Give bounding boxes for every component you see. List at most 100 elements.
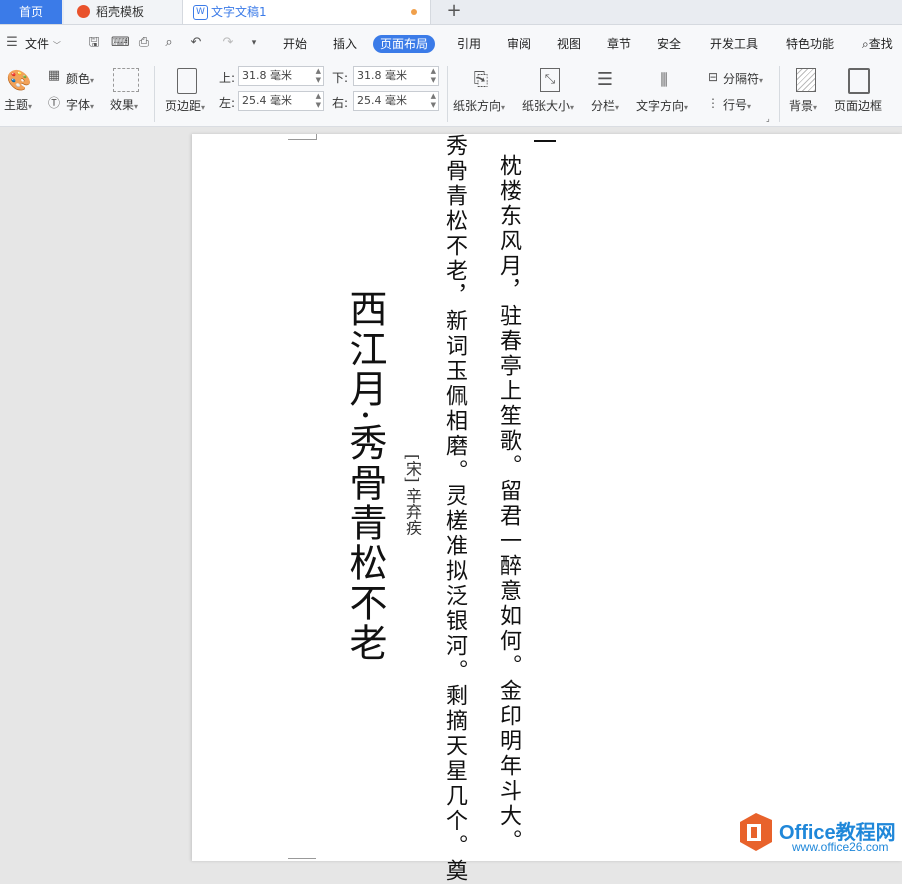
tab-home-label: 首页 xyxy=(18,5,43,19)
color-label: 颜色 xyxy=(66,72,91,86)
menu-security[interactable]: 安全 xyxy=(657,35,681,53)
text-direction-icon[interactable]: ⫼ xyxy=(651,68,677,92)
margins-button[interactable]: 页边距▾ xyxy=(165,97,205,114)
menu-view[interactable]: 视图 xyxy=(557,35,581,53)
poem-title: 西江月·秀骨青松不老 xyxy=(343,289,387,664)
breaks-button[interactable]: 分隔符▾ xyxy=(723,70,763,87)
spinner-arrows-icon[interactable]: ▲ ▼ xyxy=(431,67,436,85)
line-numbers-button[interactable]: 行号▾ xyxy=(723,96,751,113)
color-swatch-icon: ▦ xyxy=(47,68,61,83)
text-direction-button[interactable]: 文字方向▾ xyxy=(636,97,688,114)
orientation-button[interactable]: 纸张方向▾ xyxy=(453,97,505,114)
color-button[interactable]: 颜色▾ xyxy=(66,70,94,87)
menu-file-label: 文件 xyxy=(25,37,50,51)
font-circle-icon: Ⓣ xyxy=(47,96,60,110)
top-margin-label: 上: xyxy=(219,71,236,85)
paper-size-button[interactable]: 纸张大小▾ xyxy=(522,97,574,114)
background-label: 背景 xyxy=(789,99,814,113)
undo-icon[interactable]: ↶ xyxy=(188,35,204,51)
document-page[interactable]: 西江月·秀骨青松不老 [宋] 辛弃疾 秀骨青松不老，新词玉佩相磨。灵槎准拟泛银河… xyxy=(192,134,902,884)
orientation-icon[interactable]: ⎘ xyxy=(470,68,492,92)
paper-size-icon[interactable]: ⤡ xyxy=(540,68,560,92)
menu-references[interactable]: 引用 xyxy=(457,35,481,53)
watermark-url: www.office26.com xyxy=(792,840,889,854)
left-margin-label: 左: xyxy=(219,96,236,110)
format-painter-icon[interactable]: ⌨ xyxy=(111,35,130,51)
bottom-margin-value: 31.8 毫米 xyxy=(357,69,407,82)
unsaved-indicator-icon xyxy=(411,9,417,15)
palette-icon[interactable]: 🎨 xyxy=(6,68,32,92)
menu-developer[interactable]: 开发工具 xyxy=(710,35,758,53)
margins-label: 页边距 xyxy=(165,99,202,113)
hamburger-menu-icon[interactable]: ☰ xyxy=(4,35,20,51)
page-border-label: 页面边框 xyxy=(834,99,883,113)
text-cursor xyxy=(534,140,556,142)
background-icon[interactable] xyxy=(796,68,816,92)
poem-line: 枕楼东风月，驻春亭上笙歌。留君一醉意如何。金印明年斗大。 xyxy=(496,154,521,854)
save-icon[interactable]: 🖫 xyxy=(86,35,102,51)
effects-icon[interactable] xyxy=(113,68,139,92)
right-margin-value: 25.4 毫米 xyxy=(357,94,407,107)
effects-label: 效果 xyxy=(110,98,135,112)
top-margin-input[interactable]: 31.8 毫米 ▲ ▼ xyxy=(238,66,324,86)
tab-document-label: 文字文稿1 xyxy=(211,5,267,19)
redo-icon[interactable]: ↷ xyxy=(220,35,236,51)
tab-home[interactable]: 首页 xyxy=(0,0,62,24)
menu-review[interactable]: 审阅 xyxy=(507,35,531,53)
site-watermark: Office教程网 www.office26.com xyxy=(734,808,902,861)
top-margin-value: 31.8 毫米 xyxy=(242,69,292,82)
page-border-button[interactable]: 页面边框 xyxy=(834,97,882,114)
spinner-arrows-icon[interactable]: ▲ ▼ xyxy=(431,92,436,110)
menu-start[interactable]: 开始 xyxy=(283,35,307,53)
print-icon[interactable]: ⎙ xyxy=(136,35,152,51)
orientation-label: 纸张方向 xyxy=(453,99,502,113)
left-margin-value: 25.4 毫米 xyxy=(242,94,292,107)
right-margin-input[interactable]: 25.4 毫米 ▲ ▼ xyxy=(353,91,439,111)
breaks-label: 分隔符 xyxy=(723,72,760,86)
menu-section[interactable]: 章节 xyxy=(607,35,631,53)
office-logo-icon xyxy=(740,813,772,851)
menu-page-layout[interactable]: 页面布局 xyxy=(373,35,436,53)
line-numbers-icon: ⋮ xyxy=(707,96,719,110)
margin-corner-mark xyxy=(288,139,316,140)
tab-document[interactable]: W 文字文稿1 xyxy=(183,0,431,24)
poem-line: 秀骨青松不老，新词玉佩相磨。灵槎准拟泛银河。剩摘天星几个。奠 xyxy=(442,134,467,884)
font-label: 字体 xyxy=(66,98,91,112)
docer-logo-icon xyxy=(77,5,90,18)
poem-author: [宋] 辛弃疾 xyxy=(403,454,422,536)
margin-corner-mark xyxy=(288,858,316,859)
columns-label: 分栏 xyxy=(591,99,616,113)
line-numbers-label: 行号 xyxy=(723,98,748,112)
find-button[interactable]: ⌕查找 xyxy=(862,35,893,53)
print-preview-icon[interactable]: ⌕ xyxy=(161,35,177,51)
writer-doc-icon: W xyxy=(193,5,208,20)
customize-dropdown-icon[interactable]: ▾ xyxy=(246,35,262,51)
font-button[interactable]: 字体▾ xyxy=(66,96,94,113)
columns-icon[interactable]: ☰ xyxy=(594,68,616,92)
breaks-icon: ⊟ xyxy=(707,70,719,84)
tab-templates[interactable]: 稻壳模板 xyxy=(64,0,183,24)
theme-label: 主题 xyxy=(4,98,29,112)
columns-button[interactable]: 分栏▾ xyxy=(591,97,619,114)
menu-insert[interactable]: 插入 xyxy=(333,35,357,53)
margins-icon[interactable] xyxy=(177,68,197,94)
right-margin-label: 右: xyxy=(332,96,349,110)
left-margin-input[interactable]: 25.4 毫米 ▲ ▼ xyxy=(238,91,324,111)
spinner-arrows-icon[interactable]: ▲ ▼ xyxy=(316,92,321,110)
menu-features[interactable]: 特色功能 xyxy=(786,35,834,53)
menu-bar: ☰ 文件 ﹀ 🖫 ⌨ ⎙ ⌕ ↶ ↷ ▾ 开始 插入 页面布局 引用 审阅 视图… xyxy=(0,25,902,62)
dialog-launcher-icon[interactable]: ⌟ xyxy=(766,114,770,123)
search-icon: ⌕ xyxy=(862,37,869,51)
page-border-icon[interactable] xyxy=(848,68,870,94)
new-tab-button[interactable]: + xyxy=(444,1,464,23)
bottom-margin-input[interactable]: 31.8 毫米 ▲ ▼ xyxy=(353,66,439,86)
bottom-margin-label: 下: xyxy=(332,71,349,85)
effects-button[interactable]: 效果▾ xyxy=(110,96,138,113)
spinner-arrows-icon[interactable]: ▲ ▼ xyxy=(316,67,321,85)
menu-file[interactable]: 文件 ﹀ xyxy=(25,35,61,53)
background-button[interactable]: 背景▾ xyxy=(789,97,817,114)
ribbon-page-layout: 🎨 主题▾ ▦ 颜色▾ Ⓣ 字体▾ 效果▾ 页边距▾ 上: 31.8 毫米 ▲ ▼ … xyxy=(0,62,902,127)
theme-button[interactable]: 主题▾ xyxy=(4,96,32,113)
find-label: 查找 xyxy=(868,37,893,51)
ribbon-divider xyxy=(154,66,155,122)
